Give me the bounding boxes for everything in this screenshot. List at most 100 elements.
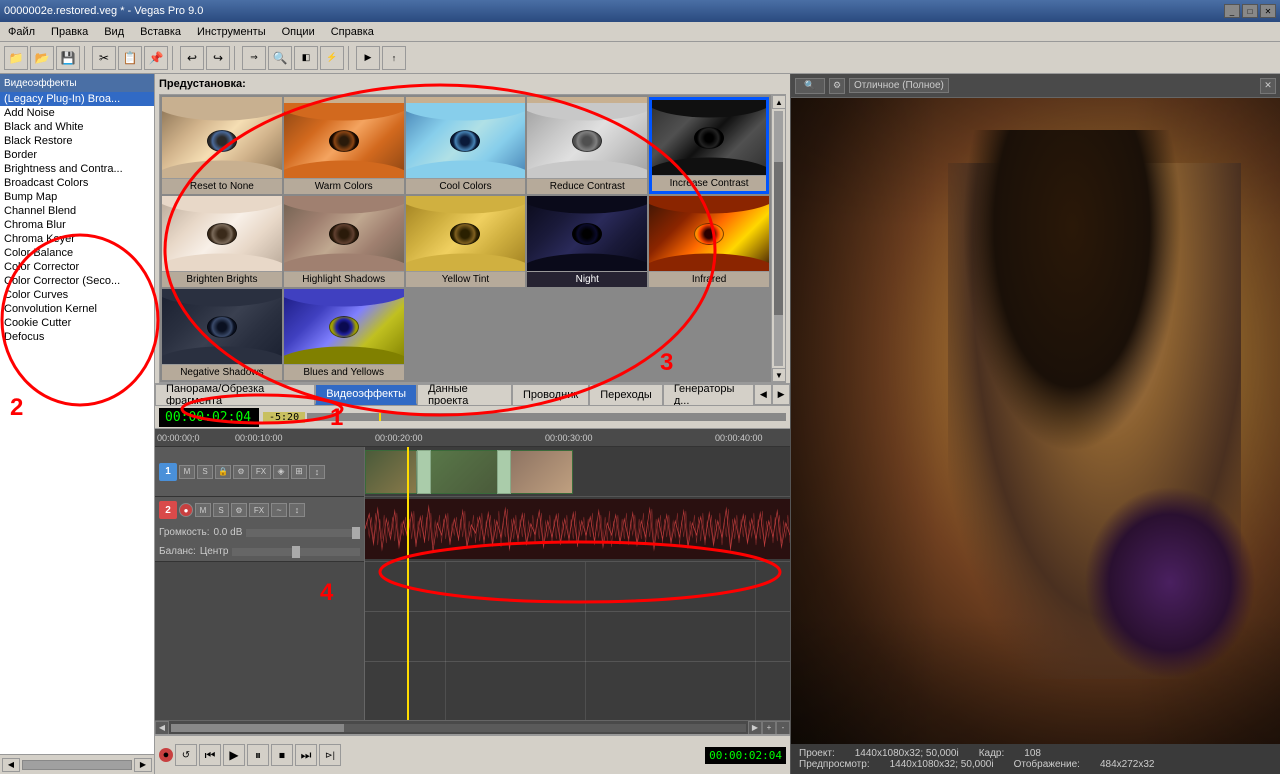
scroll-left-btn[interactable]: ◀ bbox=[155, 721, 169, 735]
preset-yellow[interactable]: Yellow Tint bbox=[406, 196, 526, 287]
track-1-fx[interactable]: FX bbox=[251, 465, 271, 479]
minimize-button[interactable]: _ bbox=[1224, 4, 1240, 18]
tab-transitions[interactable]: Переходы bbox=[589, 384, 663, 405]
tab-videoeffects[interactable]: Видеоэффекты bbox=[315, 384, 417, 405]
menu-view[interactable]: Вид bbox=[100, 26, 128, 38]
effect-chromablur[interactable]: Chroma Blur bbox=[0, 218, 154, 232]
effect-convolution[interactable]: Convolution Kernel bbox=[0, 302, 154, 316]
timeline-ruler[interactable]: 00:00:00;0 00:00:10:00 00:00:20:00 00:00… bbox=[155, 429, 790, 447]
effect-defocus[interactable]: Defocus bbox=[0, 330, 154, 344]
tab-explorer[interactable]: Проводник bbox=[512, 384, 589, 405]
preset-warm[interactable]: Warm Colors bbox=[284, 97, 404, 194]
export-button[interactable]: ↑ bbox=[382, 46, 406, 70]
horizontal-scrollbar[interactable]: ◀ ▶ + - bbox=[155, 720, 790, 734]
menu-options[interactable]: Опции bbox=[278, 26, 319, 38]
track-2-collapse[interactable]: ↕ bbox=[289, 503, 305, 517]
effect-blackrestore[interactable]: Black Restore bbox=[0, 134, 154, 148]
scroll-up-btn[interactable]: + bbox=[762, 721, 776, 735]
video-clip-1[interactable] bbox=[365, 450, 420, 494]
preview-close-btn[interactable]: ✕ bbox=[1260, 78, 1276, 94]
save-button[interactable]: 💾 bbox=[56, 46, 80, 70]
list-scrollbar[interactable]: ◀ ▶ bbox=[0, 754, 154, 774]
select-button[interactable]: ⇒ bbox=[242, 46, 266, 70]
effect-chromakeyer[interactable]: Chroma Keyer bbox=[0, 232, 154, 246]
menu-help[interactable]: Справка bbox=[327, 26, 378, 38]
balance-slider[interactable] bbox=[232, 548, 360, 556]
track-2-solo[interactable]: S bbox=[213, 503, 229, 517]
next-frame-button[interactable]: ⊳| bbox=[319, 744, 341, 766]
menu-file[interactable]: Файл bbox=[4, 26, 39, 38]
effect-border[interactable]: Border bbox=[0, 148, 154, 162]
track-2-record[interactable]: ● bbox=[179, 503, 193, 517]
volume-slider[interactable] bbox=[246, 529, 360, 537]
track-2-fx[interactable]: FX bbox=[249, 503, 269, 517]
split-button[interactable]: ⚡ bbox=[320, 46, 344, 70]
presets-scroll-down[interactable]: ▼ bbox=[772, 368, 786, 382]
video-clip-2[interactable] bbox=[420, 450, 500, 494]
new-button[interactable]: 📁 bbox=[4, 46, 28, 70]
preset-reset[interactable]: Reset to None bbox=[162, 97, 282, 194]
track-1-mute[interactable]: M bbox=[179, 465, 195, 479]
copy-button[interactable]: 📋 bbox=[118, 46, 142, 70]
pause-button[interactable]: ⏸ bbox=[247, 744, 269, 766]
go-start-button[interactable]: ⏮ bbox=[199, 744, 221, 766]
track-1-snap[interactable]: ⊞ bbox=[291, 465, 307, 479]
track-2-settings[interactable]: ⚙ bbox=[231, 503, 247, 517]
preset-brighten[interactable]: Brighten Brights bbox=[162, 196, 282, 287]
presets-scroll-thumb[interactable] bbox=[774, 111, 783, 366]
transition-1[interactable] bbox=[417, 450, 431, 494]
play-button[interactable]: ▶ bbox=[223, 744, 245, 766]
undo-button[interactable]: ↩ bbox=[180, 46, 204, 70]
close-button[interactable]: ✕ bbox=[1260, 4, 1276, 18]
effect-cookiecutter[interactable]: Cookie Cutter bbox=[0, 316, 154, 330]
effect-colorcorrector[interactable]: Color Corrector bbox=[0, 260, 154, 274]
track-1-settings[interactable]: ⚙ bbox=[233, 465, 249, 479]
menu-edit[interactable]: Правка bbox=[47, 26, 92, 38]
effect-legacy[interactable]: (Legacy Plug-In) Broa... bbox=[0, 92, 154, 106]
scroll-right[interactable]: ▶ bbox=[134, 758, 152, 772]
tab-panorama[interactable]: Панорама/Обрезка фрагмента bbox=[155, 384, 315, 405]
loop-button[interactable]: ↺ bbox=[175, 744, 197, 766]
effect-channelblend[interactable]: Channel Blend bbox=[0, 204, 154, 218]
effect-bumpmap[interactable]: Bump Map bbox=[0, 190, 154, 204]
preset-increase[interactable]: Increase Contrast bbox=[649, 97, 769, 194]
video-clip-3[interactable] bbox=[503, 450, 573, 494]
transition-2[interactable] bbox=[497, 450, 511, 494]
track-2-env[interactable]: ~ bbox=[271, 503, 287, 517]
presets-scrollbar[interactable]: ▲ ▼ bbox=[771, 95, 785, 382]
go-end-button[interactable]: ⏭ bbox=[295, 744, 317, 766]
timeline-scrubber[interactable] bbox=[307, 413, 786, 421]
tab-generators[interactable]: Генераторы д... bbox=[663, 384, 755, 405]
preset-night[interactable]: Night bbox=[527, 196, 647, 287]
effect-brightness[interactable]: Brightness and Contra... bbox=[0, 162, 154, 176]
preset-negative[interactable]: Negative Shadows bbox=[162, 289, 282, 380]
trim-button[interactable]: ◧ bbox=[294, 46, 318, 70]
scroll-down-btn[interactable]: - bbox=[776, 721, 790, 735]
record-button[interactable]: ● bbox=[159, 748, 173, 762]
effect-addnoise[interactable]: Add Noise bbox=[0, 106, 154, 120]
tab-nav-prev[interactable]: ◀ bbox=[754, 384, 772, 405]
preset-blues[interactable]: Blues and Yellows bbox=[284, 289, 404, 380]
presets-scroll-up[interactable]: ▲ bbox=[772, 95, 786, 109]
stop-button[interactable]: ⏹ bbox=[271, 744, 293, 766]
menu-tools[interactable]: Инструменты bbox=[193, 26, 270, 38]
preset-infrared[interactable]: Infrared bbox=[649, 196, 769, 287]
effect-bw[interactable]: Black and White bbox=[0, 120, 154, 134]
h-scroll-track[interactable] bbox=[171, 724, 746, 732]
preset-cool[interactable]: Cool Colors bbox=[406, 97, 526, 194]
preview-zoom-btn[interactable]: 🔍 bbox=[795, 78, 825, 94]
paste-button[interactable]: 📌 bbox=[144, 46, 168, 70]
scroll-track[interactable] bbox=[22, 760, 132, 770]
track-2-mute[interactable]: M bbox=[195, 503, 211, 517]
tab-projectdata[interactable]: Данные проекта bbox=[417, 384, 512, 405]
track-1-collapse[interactable]: ↕ bbox=[309, 465, 325, 479]
redo-button[interactable]: ↪ bbox=[206, 46, 230, 70]
menu-insert[interactable]: Вставка bbox=[136, 26, 185, 38]
preview-settings-btn[interactable]: ⚙ bbox=[829, 78, 845, 94]
effect-broadcast[interactable]: Broadcast Colors bbox=[0, 176, 154, 190]
preset-highlight[interactable]: Highlight Shadows bbox=[284, 196, 404, 287]
zoom-button[interactable]: 🔍 bbox=[268, 46, 292, 70]
scroll-right-btn[interactable]: ▶ bbox=[748, 721, 762, 735]
effect-colorbalance[interactable]: Color Balance bbox=[0, 246, 154, 260]
scroll-left[interactable]: ◀ bbox=[2, 758, 20, 772]
